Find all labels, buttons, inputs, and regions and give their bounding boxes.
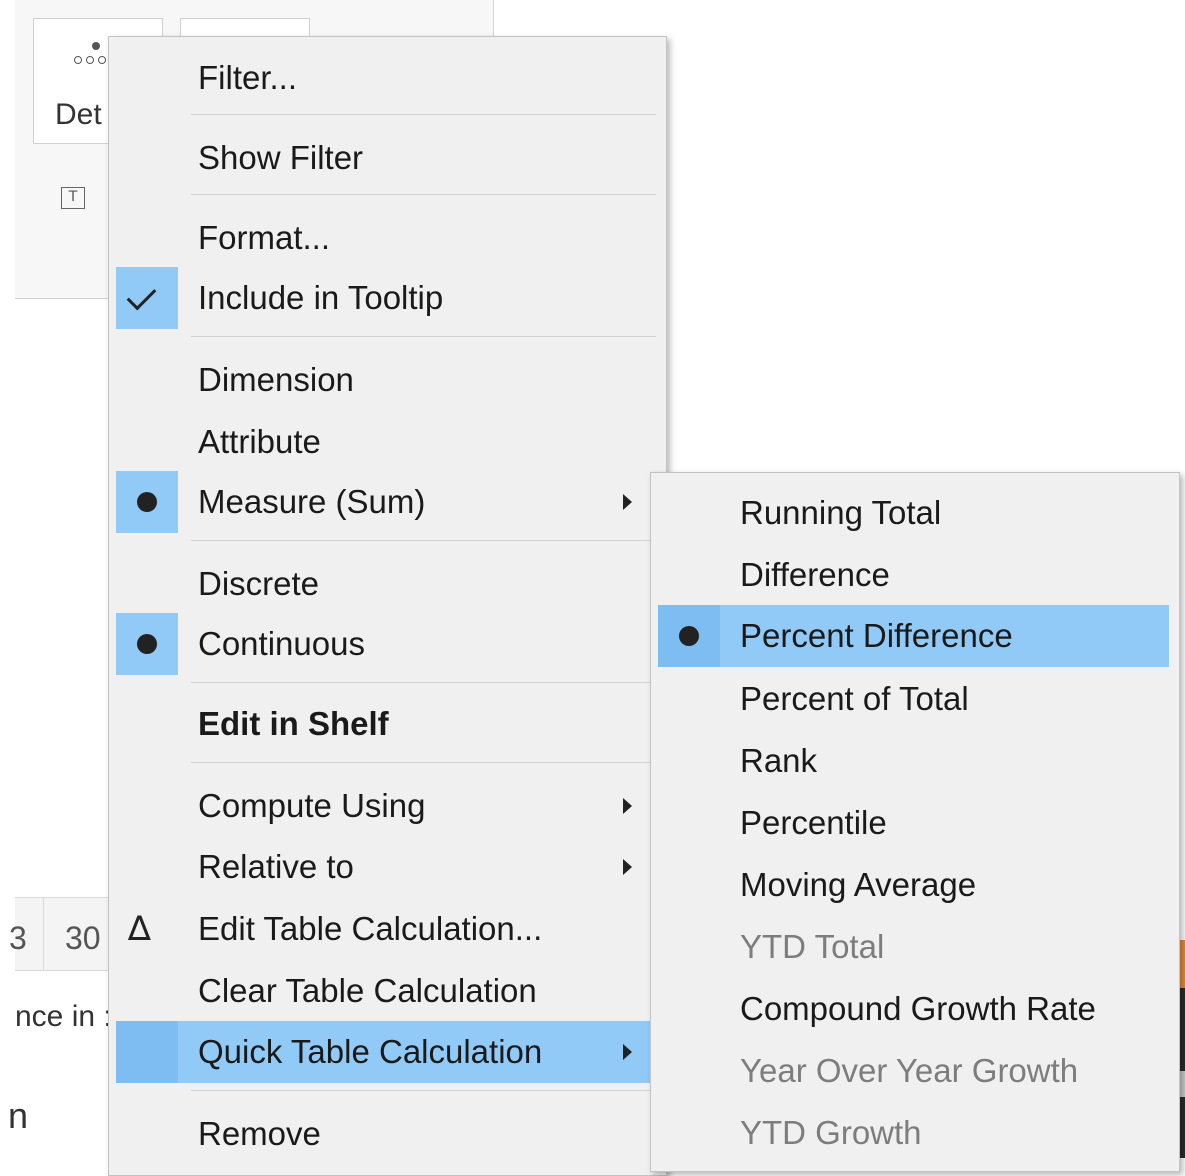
- menu-item-label: YTD Total: [740, 928, 885, 965]
- menu-item-quick-table-calculation[interactable]: Quick Table Calculation: [116, 1021, 656, 1083]
- menu-item-label: Rank: [740, 742, 818, 779]
- menu-item-label: Dimension: [198, 361, 354, 398]
- menu-item-label: Attribute: [198, 423, 321, 460]
- menu-item-label: Relative to: [198, 848, 354, 885]
- status-text-fragment: nce in :: [15, 1000, 110, 1033]
- menu-item-edit-in-shelf[interactable]: Edit in Shelf: [109, 693, 666, 755]
- text-fragment: n: [8, 1095, 29, 1136]
- menu-gutter: [116, 127, 178, 189]
- menu-separator: [191, 336, 656, 337]
- menu-item-label: Compute Using: [198, 787, 426, 824]
- menu-item-measure-sum[interactable]: Measure (Sum): [109, 471, 666, 533]
- menu-item-percent-difference[interactable]: Percent Difference: [658, 605, 1169, 667]
- menu-item-label: Year Over Year Growth: [740, 1052, 1079, 1089]
- menu-gutter: [116, 613, 178, 675]
- menu-item-label: Remove: [198, 1115, 321, 1152]
- submenu-arrow-icon: [623, 1044, 632, 1060]
- pill-context-menu: Filter... Show Filter Format... Include …: [108, 36, 667, 1176]
- menu-item-edit-table-calculation[interactable]: ∆ Edit Table Calculation...: [109, 898, 666, 960]
- menu-item-label: Quick Table Calculation: [198, 1033, 543, 1070]
- menu-item-label: Discrete: [198, 565, 320, 602]
- table-cell: 30: [65, 920, 101, 956]
- menu-item-compound-growth-rate[interactable]: Compound Growth Rate: [651, 978, 1179, 1040]
- menu-item-label: Moving Average: [740, 866, 977, 903]
- submenu-arrow-icon: [623, 494, 632, 510]
- menu-item-label: Show Filter: [198, 139, 364, 176]
- menu-item-ytd-total: YTD Total: [651, 916, 1179, 978]
- radio-dot-icon: [137, 492, 157, 512]
- table-cell: 3: [9, 920, 27, 956]
- menu-item-filter[interactable]: Filter...: [109, 47, 666, 109]
- menu-gutter: [116, 693, 178, 755]
- menu-separator: [191, 540, 656, 541]
- menu-gutter: [116, 471, 178, 533]
- delta-icon: ∆: [128, 909, 151, 949]
- menu-item-relative-to[interactable]: Relative to: [109, 836, 666, 898]
- check-icon: [126, 280, 157, 311]
- menu-separator: [191, 682, 656, 683]
- menu-item-year-over-year-growth: Year Over Year Growth: [651, 1040, 1179, 1102]
- quick-table-calculation-submenu: Running Total Difference Percent Differe…: [650, 472, 1180, 1172]
- menu-item-label: Include in Tooltip: [198, 279, 444, 316]
- menu-item-discrete[interactable]: Discrete: [109, 553, 666, 615]
- menu-gutter: [116, 775, 178, 837]
- menu-item-remove[interactable]: Remove: [109, 1103, 666, 1165]
- menu-item-compute-using[interactable]: Compute Using: [109, 775, 666, 837]
- menu-item-show-filter[interactable]: Show Filter: [109, 127, 666, 189]
- menu-item-label: Clear Table Calculation: [198, 972, 537, 1009]
- menu-separator: [191, 762, 656, 763]
- menu-item-attribute[interactable]: Attribute: [109, 411, 666, 473]
- menu-item-label: Percent of Total: [740, 680, 969, 717]
- submenu-arrow-icon: [623, 859, 632, 875]
- table-row-fragment: 3 30: [9, 897, 115, 971]
- submenu-arrow-icon: [623, 798, 632, 814]
- radio-dot-icon: [679, 626, 699, 646]
- menu-gutter: [116, 1021, 178, 1083]
- menu-item-continuous[interactable]: Continuous: [109, 613, 666, 675]
- menu-item-ytd-growth: YTD Growth: [651, 1102, 1179, 1164]
- menu-gutter: [116, 267, 178, 329]
- menu-separator: [191, 114, 656, 115]
- menu-item-clear-table-calculation[interactable]: Clear Table Calculation: [109, 960, 666, 1022]
- menu-gutter: [116, 349, 178, 411]
- menu-item-label: Compound Growth Rate: [740, 990, 1096, 1027]
- menu-item-label: YTD Growth: [740, 1114, 922, 1151]
- menu-item-label: Measure (Sum): [198, 483, 426, 520]
- menu-item-label: Format...: [198, 219, 331, 256]
- menu-gutter: [116, 411, 178, 473]
- menu-item-label: Percentile: [740, 804, 887, 841]
- menu-item-running-total[interactable]: Running Total: [651, 482, 1179, 544]
- menu-gutter: [658, 605, 720, 667]
- text-mark-icon[interactable]: T: [61, 187, 85, 209]
- menu-gutter: [116, 47, 178, 109]
- menu-item-label: Running Total: [740, 494, 942, 531]
- detail-label: Det: [55, 98, 102, 131]
- menu-item-label: Difference: [740, 556, 890, 593]
- menu-separator: [191, 1090, 656, 1091]
- menu-item-label: Edit Table Calculation...: [198, 910, 543, 947]
- menu-item-dimension[interactable]: Dimension: [109, 349, 666, 411]
- menu-item-percentile[interactable]: Percentile: [651, 792, 1179, 854]
- menu-item-rank[interactable]: Rank: [651, 730, 1179, 792]
- menu-item-moving-average[interactable]: Moving Average: [651, 854, 1179, 916]
- radio-dot-icon: [137, 634, 157, 654]
- menu-gutter: [116, 553, 178, 615]
- menu-gutter: [116, 960, 178, 1022]
- menu-separator: [191, 194, 656, 195]
- menu-gutter: ∆: [116, 898, 178, 960]
- cell-divider: [43, 898, 44, 970]
- menu-item-format[interactable]: Format...: [109, 207, 666, 269]
- menu-item-label: Filter...: [198, 59, 298, 96]
- menu-item-percent-of-total[interactable]: Percent of Total: [651, 668, 1179, 730]
- menu-item-label: Continuous: [198, 625, 365, 662]
- menu-item-difference[interactable]: Difference: [651, 544, 1179, 606]
- menu-item-label: Percent Difference: [740, 617, 1013, 654]
- menu-gutter: [116, 207, 178, 269]
- menu-gutter: [116, 836, 178, 898]
- menu-item-include-in-tooltip[interactable]: Include in Tooltip: [109, 267, 666, 329]
- menu-gutter: [116, 1103, 178, 1165]
- menu-item-label: Edit in Shelf: [198, 705, 389, 742]
